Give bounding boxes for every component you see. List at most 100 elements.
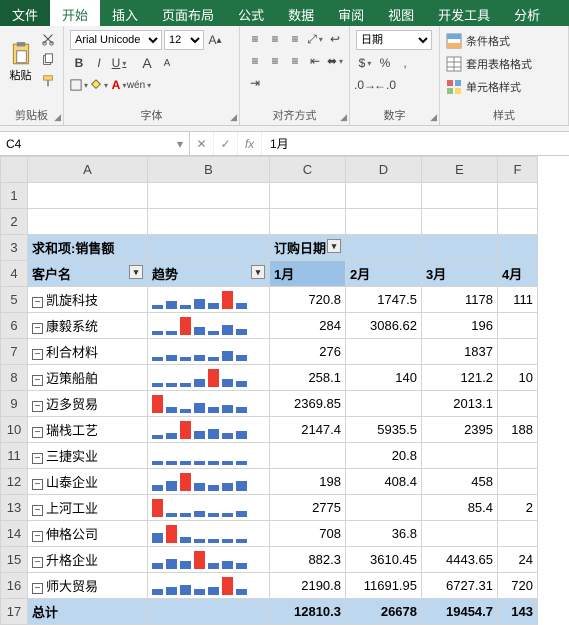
row-header-16[interactable]: 16 [1, 573, 28, 599]
tab-analysis[interactable]: 分析 [502, 0, 552, 26]
trend-cell[interactable] [148, 313, 270, 339]
cell[interactable] [346, 209, 422, 235]
collapse-icon[interactable]: − [32, 505, 43, 516]
value-cell[interactable] [270, 443, 346, 469]
trend-cell[interactable] [148, 495, 270, 521]
trend-cell[interactable] [148, 391, 270, 417]
value-cell[interactable]: 720.8 [270, 287, 346, 313]
trend-cell[interactable] [148, 443, 270, 469]
format-painter-button[interactable] [39, 72, 57, 90]
customer-cell[interactable]: −迈多贸易 [28, 391, 148, 417]
row-header-10[interactable]: 10 [1, 417, 28, 443]
collapse-icon[interactable]: − [32, 401, 43, 412]
tab-formula[interactable]: 公式 [226, 0, 276, 26]
value-cell[interactable]: 198 [270, 469, 346, 495]
number-launcher-icon[interactable]: ◢ [430, 112, 437, 123]
value-cell[interactable] [422, 443, 498, 469]
collapse-icon[interactable]: − [32, 557, 43, 568]
accounting-button[interactable]: $ [356, 54, 374, 72]
cell[interactable] [422, 209, 498, 235]
value-cell[interactable]: 111 [498, 287, 538, 313]
italic-button[interactable]: I [90, 54, 108, 72]
row-header-7[interactable]: 7 [1, 339, 28, 365]
value-cell[interactable] [422, 521, 498, 547]
value-cell[interactable] [498, 339, 538, 365]
value-cell[interactable]: 20.8 [346, 443, 422, 469]
col-header-B[interactable]: B [148, 157, 270, 183]
row-header-9[interactable]: 9 [1, 391, 28, 417]
trend-cell[interactable] [148, 469, 270, 495]
trend-cell[interactable] [148, 365, 270, 391]
format-as-table-button[interactable]: 套用表格格式 [446, 53, 532, 74]
collapse-icon[interactable]: − [32, 323, 43, 334]
value-cell[interactable] [498, 313, 538, 339]
row-header-14[interactable]: 14 [1, 521, 28, 547]
month-header[interactable]: 4月 [498, 261, 538, 287]
value-cell[interactable]: 24 [498, 547, 538, 573]
align-middle-button[interactable]: ≡ [266, 30, 284, 48]
collapse-icon[interactable]: − [32, 297, 43, 308]
customer-cell[interactable]: −伸格公司 [28, 521, 148, 547]
collapse-icon[interactable]: − [32, 375, 43, 386]
tab-layout[interactable]: 页面布局 [150, 0, 226, 26]
value-cell[interactable]: 11691.95 [346, 573, 422, 599]
row-header-5[interactable]: 5 [1, 287, 28, 313]
cell[interactable] [270, 209, 346, 235]
conditional-formatting-button[interactable]: 条件格式 [446, 30, 510, 51]
row-header-2[interactable]: 2 [1, 209, 28, 235]
cell[interactable] [148, 235, 270, 261]
row-header-3[interactable]: 3 [1, 235, 28, 261]
cell[interactable] [498, 183, 538, 209]
col-header-E[interactable]: E [422, 157, 498, 183]
value-cell[interactable]: 2369.85 [270, 391, 346, 417]
tab-insert[interactable]: 插入 [100, 0, 150, 26]
cell-styles-button[interactable]: 单元格样式 [446, 76, 521, 97]
tab-file[interactable]: 文件 [0, 0, 50, 26]
decrease-decimal-button[interactable]: ←.0 [376, 76, 394, 94]
cell[interactable] [148, 209, 270, 235]
percent-button[interactable]: % [376, 54, 394, 72]
value-cell[interactable] [498, 391, 538, 417]
value-cell[interactable]: 188 [498, 417, 538, 443]
value-cell[interactable]: 882.3 [270, 547, 346, 573]
value-cell[interactable]: 2147.4 [270, 417, 346, 443]
trend-cell[interactable] [148, 287, 270, 313]
bold-button[interactable]: B [70, 54, 88, 72]
filter-icon[interactable]: ▾ [251, 265, 265, 279]
total-cell[interactable]: 26678 [346, 599, 422, 625]
pivot-trend-label[interactable]: 趋势▾ [148, 261, 270, 287]
cell[interactable] [346, 183, 422, 209]
filter-icon[interactable]: ▾ [327, 239, 341, 253]
copy-button[interactable] [39, 51, 57, 69]
increase-font-button[interactable]: A▴ [206, 31, 224, 49]
value-cell[interactable]: 5935.5 [346, 417, 422, 443]
wrap-text-button[interactable]: ↩ [326, 30, 344, 48]
value-cell[interactable]: 276 [270, 339, 346, 365]
cell[interactable] [498, 209, 538, 235]
customer-cell[interactable]: −升格企业 [28, 547, 148, 573]
col-header-A[interactable]: A [28, 157, 148, 183]
value-cell[interactable]: 1747.5 [346, 287, 422, 313]
value-cell[interactable]: 10 [498, 365, 538, 391]
grow-font-button[interactable]: A [138, 54, 156, 72]
value-cell[interactable]: 85.4 [422, 495, 498, 521]
align-top-button[interactable]: ≡ [246, 30, 264, 48]
row-header-15[interactable]: 15 [1, 547, 28, 573]
pivot-customer-label[interactable]: 客户名▾ [28, 261, 148, 287]
customer-cell[interactable]: −师大贸易 [28, 573, 148, 599]
value-cell[interactable] [346, 339, 422, 365]
align-right-button[interactable]: ≡ [286, 52, 304, 70]
value-cell[interactable]: 2775 [270, 495, 346, 521]
trend-cell[interactable] [148, 547, 270, 573]
increase-decimal-button[interactable]: .0→ [356, 76, 374, 94]
trend-cell[interactable] [148, 417, 270, 443]
value-cell[interactable]: 36.8 [346, 521, 422, 547]
col-header-C[interactable]: C [270, 157, 346, 183]
shrink-font-button[interactable]: A [158, 54, 176, 72]
row-header-6[interactable]: 6 [1, 313, 28, 339]
value-cell[interactable]: 1837 [422, 339, 498, 365]
trend-cell[interactable] [148, 573, 270, 599]
row-header-12[interactable]: 12 [1, 469, 28, 495]
value-cell[interactable]: 2013.1 [422, 391, 498, 417]
value-cell[interactable]: 121.2 [422, 365, 498, 391]
